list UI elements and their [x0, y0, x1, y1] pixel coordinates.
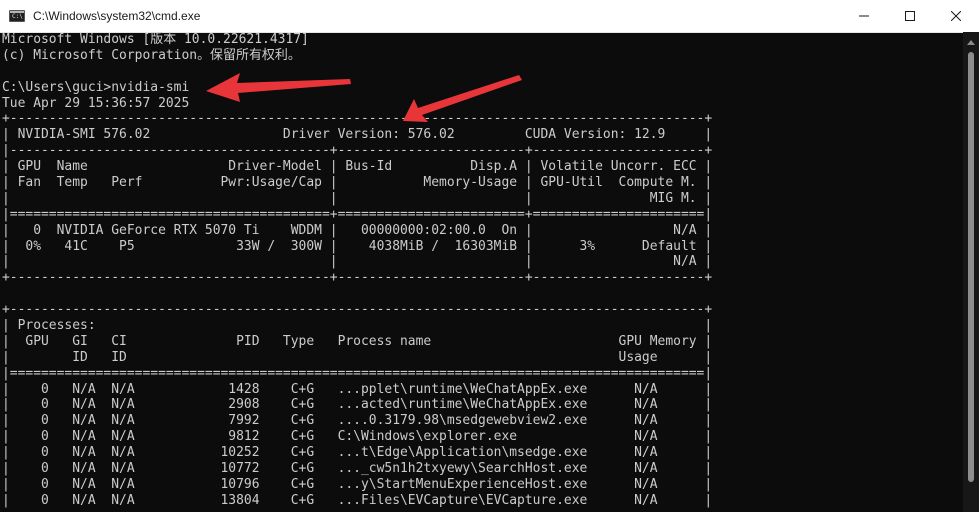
terminal-text: Microsoft Windows [版本 10.0.22621.4317] (c… [0, 32, 953, 509]
close-button[interactable] [933, 0, 979, 32]
terminal-line: | 0 N/A N/A 7992 C+G ....0.3179.98\msedg… [1, 413, 713, 429]
terminal-line: Microsoft Windows [版本 10.0.22621.4317] [1, 32, 309, 47]
terminal-line: | ID ID Usage | [1, 349, 713, 365]
maximize-button[interactable] [887, 0, 933, 32]
terminal-line: | | | N/A | [1, 254, 713, 270]
minimize-icon [859, 15, 869, 17]
window-title: C:\Windows\system32\cmd.exe [33, 9, 201, 23]
title-bar[interactable]: C:\ C:\Windows\system32\cmd.exe [0, 0, 979, 33]
terminal-line: (c) Microsoft Corporation。保留所有权利。 [1, 47, 301, 63]
terminal-line: | 0 N/A N/A 10252 C+G ...t\Edge\Applicat… [1, 445, 713, 461]
terminal-line: | GPU Name Driver-Model | Bus-Id Disp.A … [1, 159, 713, 175]
terminal-line: | NVIDIA-SMI 576.02 Driver Version: 576.… [1, 127, 713, 143]
terminal-line: +---------------------------------------… [1, 270, 713, 286]
terminal-line: +---------------------------------------… [1, 111, 713, 127]
terminal-output[interactable]: Microsoft Windows [版本 10.0.22621.4317] (c… [0, 32, 963, 512]
terminal-line: | 0 N/A N/A 9812 C+G C:\Windows\explorer… [1, 429, 713, 445]
terminal-line: | 0 NVIDIA GeForce RTX 5070 Ti WDDM | 00… [1, 222, 713, 238]
terminal-line: +---------------------------------------… [1, 302, 713, 318]
terminal-line: | 0 N/A N/A 13804 C+G ...Files\EVCapture… [1, 492, 713, 508]
terminal-line: | Fan Temp Perf Pwr:Usage/Cap | Memory-U… [1, 175, 713, 191]
terminal-line: | GPU GI CI PID Type Process name GPU Me… [1, 333, 713, 349]
terminal-line: | 0 N/A N/A 10772 C+G ..._cw5n1h2txyewy\… [1, 461, 713, 477]
cmd-window: C:\ C:\Windows\system32\cmd.exe Microsof… [0, 0, 979, 512]
window-controls [841, 0, 979, 32]
close-icon [951, 11, 961, 21]
terminal-line: | 0 N/A N/A 2908 C+G ...acted\runtime\We… [1, 397, 713, 413]
maximize-icon [905, 11, 915, 21]
terminal-line: | 0 N/A N/A 10796 C+G ...y\StartMenuExpe… [1, 476, 713, 492]
cmd-app-icon: C:\ [9, 10, 25, 22]
terminal-line: | | | MIG M. | [1, 190, 713, 206]
minimize-button[interactable] [841, 0, 887, 32]
terminal-line: | Processes: | [1, 318, 713, 334]
terminal-line: C:\Users\guci>nvidia-smi [1, 79, 190, 95]
scroll-thumb[interactable] [968, 52, 974, 482]
scroll-up-arrow-icon[interactable] [967, 40, 975, 45]
terminal-line: | 0% 41C P5 33W / 300W | 4038MiB / 16303… [1, 238, 713, 254]
terminal-line: |---------------------------------------… [1, 143, 713, 159]
terminal-line: |=======================================… [1, 206, 713, 222]
terminal-line: | 0 N/A N/A 1428 C+G ...pplet\runtime\We… [1, 381, 713, 397]
terminal-line: |=======================================… [1, 365, 713, 381]
terminal-line: Tue Apr 29 15:36:57 2025 [1, 95, 190, 111]
